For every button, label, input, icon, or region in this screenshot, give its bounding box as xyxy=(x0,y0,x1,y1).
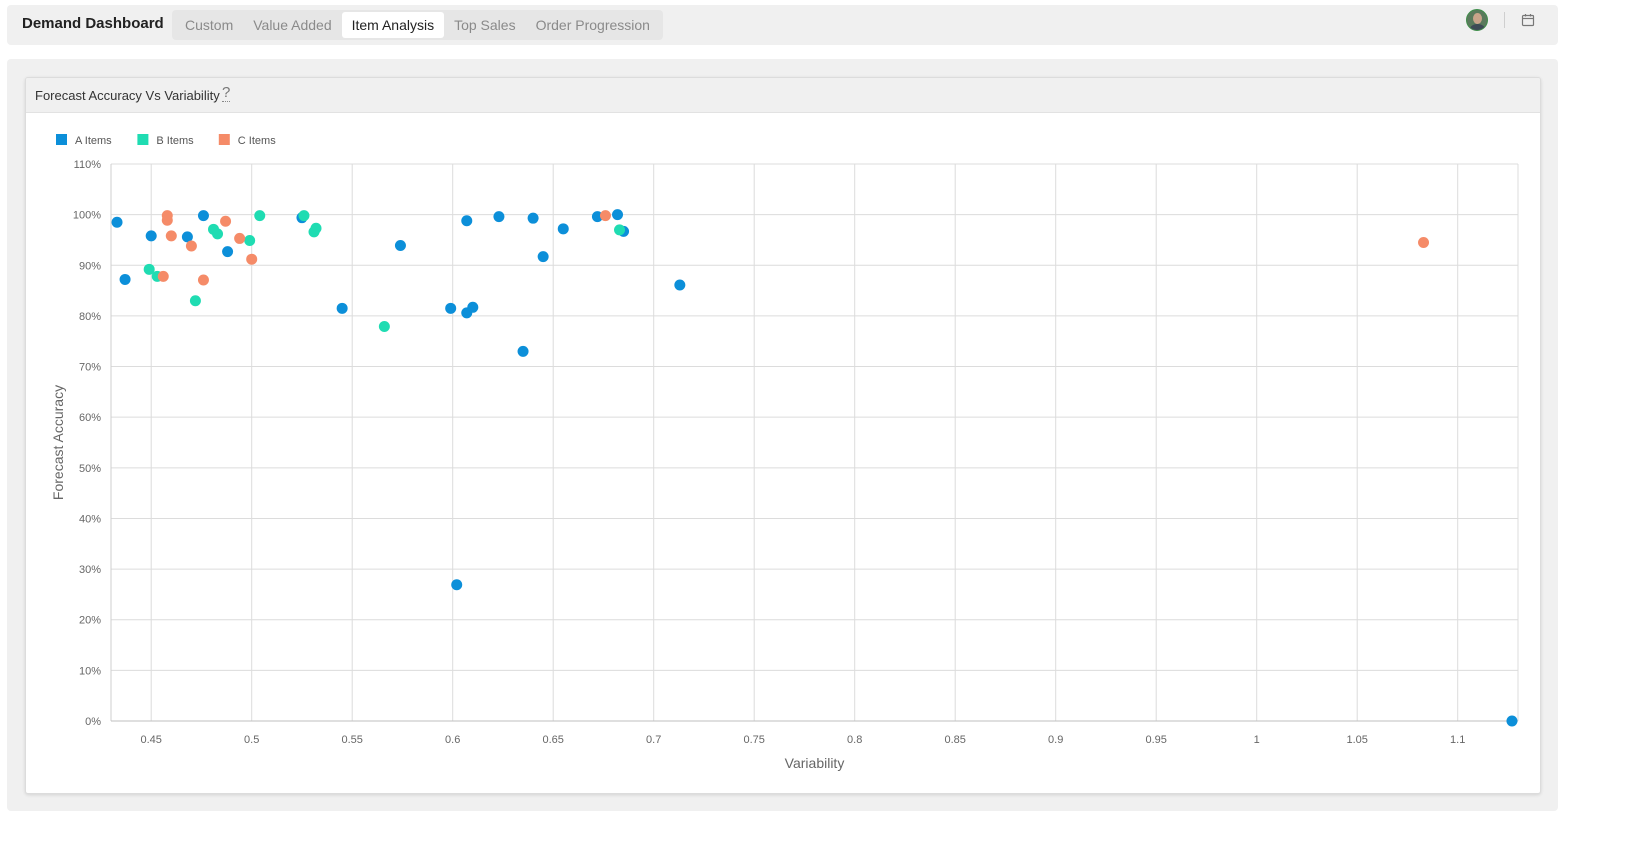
data-point xyxy=(1506,715,1518,727)
data-point xyxy=(111,216,123,228)
x-tick-label: 0.55 xyxy=(341,734,362,746)
y-tick-label: 40% xyxy=(79,513,101,525)
data-point xyxy=(1418,236,1430,248)
data-point xyxy=(310,222,322,234)
x-tick-label: 0.8 xyxy=(847,734,862,746)
calendar-icon[interactable] xyxy=(1521,13,1535,27)
data-point xyxy=(517,345,529,357)
data-point xyxy=(185,240,197,252)
x-tick-label: 0.65 xyxy=(542,734,563,746)
data-point xyxy=(461,215,473,227)
data-point xyxy=(378,321,390,333)
data-point xyxy=(394,240,406,252)
data-point xyxy=(298,210,310,222)
dashboard-tabs: Custom Value Added Item Analysis Top Sal… xyxy=(172,10,663,40)
data-point xyxy=(527,212,539,224)
y-tick-label: 110% xyxy=(74,159,102,171)
header-divider xyxy=(1504,12,1505,28)
top-navigation-bar: Demand Dashboard Custom Value Added Item… xyxy=(7,5,1558,45)
x-tick-label: 1.1 xyxy=(1450,734,1465,746)
x-tick-label: 0.95 xyxy=(1145,734,1166,746)
data-point xyxy=(537,251,549,263)
tab-item-analysis[interactable]: Item Analysis xyxy=(341,12,445,38)
x-tick-label: 0.75 xyxy=(743,734,764,746)
data-point xyxy=(493,211,505,223)
y-tick-label: 10% xyxy=(79,665,101,677)
y-tick-label: 50% xyxy=(79,463,101,475)
data-point xyxy=(119,273,131,285)
chart-card: Forecast Accuracy Vs Variability ? 0% 10%… xyxy=(25,77,1541,794)
data-point xyxy=(246,253,258,265)
data-point xyxy=(161,210,173,222)
tab-order-progression[interactable]: Order Progression xyxy=(526,12,660,38)
avatar-body xyxy=(1470,24,1485,30)
data-point xyxy=(614,224,626,236)
x-axis-title: Variability xyxy=(785,755,845,771)
data-point xyxy=(212,228,224,240)
data-point xyxy=(244,234,256,246)
legend-swatch xyxy=(137,134,149,145)
y-tick-label: 100% xyxy=(73,210,101,222)
scatter-chart: 0% 10% 20% 30% 40% 50% 60% 70% 80% 90% 100% 110% 0.4… xyxy=(50,134,1519,771)
data-point xyxy=(189,295,201,307)
data-point xyxy=(220,215,232,227)
x-tick-label: 0.85 xyxy=(944,734,965,746)
data-point xyxy=(145,230,157,242)
y-tick-label: 60% xyxy=(79,412,101,424)
data-point xyxy=(599,210,611,222)
x-tick-label: 1 xyxy=(1254,734,1260,746)
y-tick-label: 90% xyxy=(79,260,101,272)
avatar-face xyxy=(1473,13,1482,24)
data-point xyxy=(254,210,266,222)
data-point xyxy=(222,246,234,258)
y-tick-label: 30% xyxy=(79,564,101,576)
x-tick-label: 0.7 xyxy=(646,734,661,746)
data-point xyxy=(197,210,209,222)
tab-top-sales[interactable]: Top Sales xyxy=(444,12,525,38)
app-title: Demand Dashboard xyxy=(22,15,164,32)
y-tick-label: 0% xyxy=(85,716,101,728)
data-point xyxy=(197,274,209,286)
y-axis-title: Forecast Accuracy xyxy=(50,385,66,500)
x-tick-label: 1.05 xyxy=(1346,734,1367,746)
x-tick-label: 0.45 xyxy=(140,734,161,746)
y-tick-label: 80% xyxy=(79,311,101,323)
data-point xyxy=(445,302,457,314)
legend-label: C Items xyxy=(238,135,276,147)
data-point xyxy=(467,301,479,313)
user-avatar[interactable] xyxy=(1466,9,1488,31)
x-tick-label: 0.5 xyxy=(244,734,259,746)
data-point xyxy=(336,302,348,314)
x-tick-label: 0.6 xyxy=(445,734,460,746)
tab-value-added[interactable]: Value Added xyxy=(243,12,341,38)
data-point xyxy=(674,279,686,291)
y-tick-label: 20% xyxy=(79,615,101,627)
legend-swatch xyxy=(56,134,67,145)
x-tick-label: 0.9 xyxy=(1048,734,1063,746)
data-point xyxy=(557,223,569,235)
legend-label: B Items xyxy=(156,135,194,147)
data-point xyxy=(234,232,246,244)
data-point xyxy=(165,230,177,242)
legend-label: A Items xyxy=(75,135,112,147)
legend-swatch xyxy=(218,134,230,145)
data-point xyxy=(612,209,624,221)
data-point xyxy=(451,579,463,591)
y-tick-label: 70% xyxy=(79,362,101,374)
tab-custom[interactable]: Custom xyxy=(175,12,243,38)
data-point xyxy=(157,270,169,282)
